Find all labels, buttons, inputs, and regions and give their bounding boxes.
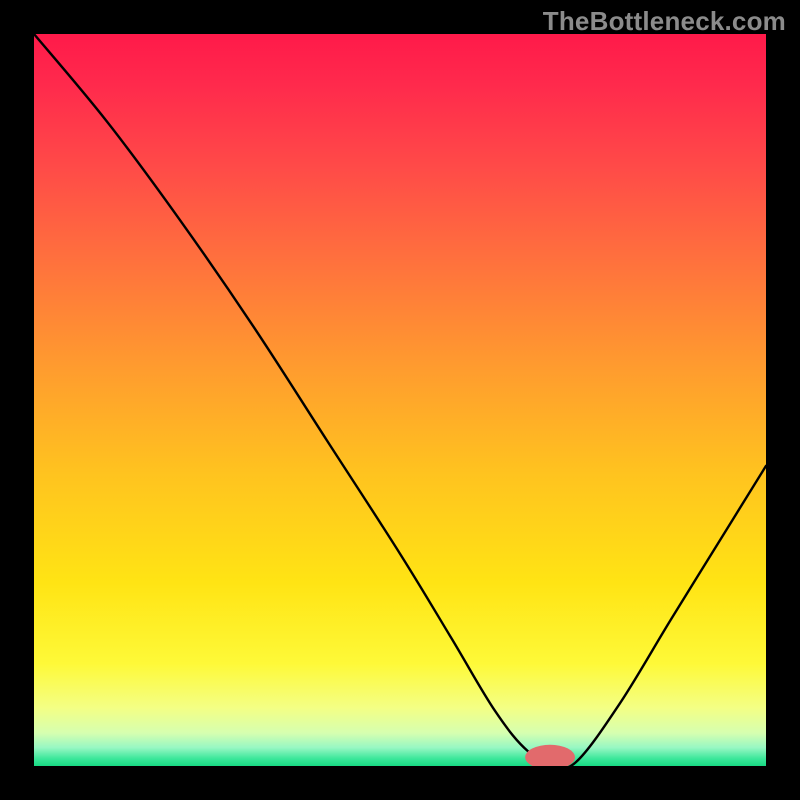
chart-frame: TheBottleneck.com	[0, 0, 800, 800]
chart-svg	[34, 34, 766, 766]
watermark-text: TheBottleneck.com	[543, 6, 786, 37]
gradient-background	[34, 34, 766, 766]
plot-area	[34, 34, 766, 766]
